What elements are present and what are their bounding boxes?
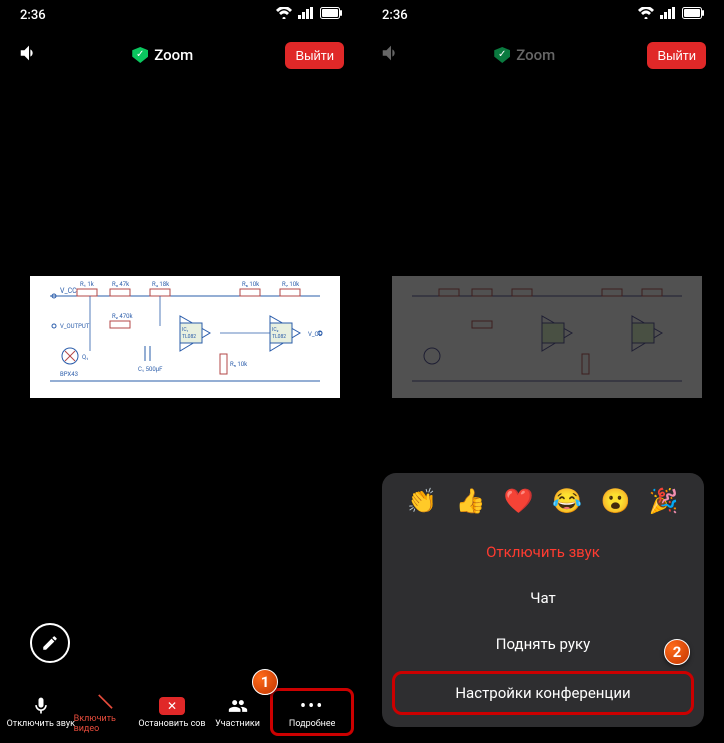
wifi-icon [276,7,292,23]
svg-text:V_OUTPUT: V_OUTPUT [60,323,90,330]
video-icon [96,690,116,712]
content-area: V_CC R₁ 1k R₃ 47k R₄ 18k R₆ 10k R₇ 10k I… [0,80,362,743]
reaction-wow[interactable]: 😮 [601,487,631,515]
status-time: 2:36 [20,8,46,23]
circuit-diagram [392,276,702,398]
phone-left: 2:36 Zoom Выйти V_ [0,0,362,743]
svg-text:R₆ 10k: R₆ 10k [242,281,260,288]
reaction-thumbsup[interactable]: 👍 [456,487,486,515]
reaction-tada[interactable]: 🎉 [649,487,679,515]
leave-button[interactable]: Выйти [647,42,706,69]
callout-1: 1 [252,669,278,695]
mute-button[interactable]: Отключить звук [8,695,74,729]
svg-text:R₃ 47k: R₃ 47k [112,281,130,288]
status-icons [276,7,342,23]
stop-share-button[interactable]: ✕ Остановить сов [139,695,205,729]
battery-icon [682,7,704,23]
app-title: Zoom [132,46,193,64]
status-time: 2:36 [382,8,408,23]
reactions-row: 👏 👍 ❤️ 😂 😮 🎉 [382,487,704,529]
video-button[interactable]: Включить видео [74,690,140,734]
wifi-icon [638,7,654,23]
speaker-icon[interactable] [18,42,40,68]
leave-button[interactable]: Выйти [285,42,344,69]
microphone-icon [31,695,51,717]
signal-icon [298,7,314,23]
reaction-clap[interactable]: 👏 [407,487,437,515]
svg-text:IC₁: IC₁ [182,327,189,333]
svg-text:TL082: TL082 [272,334,286,340]
participants-button[interactable]: Участники [205,695,271,729]
svg-text:R₄ 18k: R₄ 18k [152,281,170,288]
more-icon: ••• [300,695,324,717]
menu-raise-hand[interactable]: Поднять руку [382,621,704,667]
status-bar: 2:36 [0,0,362,30]
speaker-icon[interactable] [380,42,402,68]
callout-2: 2 [664,639,690,665]
svg-text:R₇ 10k: R₇ 10k [282,281,300,288]
menu-chat[interactable]: Чат [382,575,704,621]
svg-text:V_CC: V_CC [60,287,77,295]
participants-icon [228,695,248,717]
stop-share-icon: ✕ [159,695,185,717]
svg-text:Q₁: Q₁ [82,354,88,361]
reaction-joy[interactable]: 😂 [552,487,582,515]
status-icons [638,7,704,23]
shield-icon [494,47,510,63]
shared-screen[interactable] [392,276,702,398]
menu-meeting-settings[interactable]: Настройки конференции [392,671,694,715]
menu-mute-all[interactable]: Отключить звук [382,529,704,575]
svg-text:IC₂: IC₂ [272,327,279,333]
app-title: Zoom [494,46,555,64]
bottom-toolbar: Отключить звук Включить видео ✕ Останови… [0,681,362,743]
circuit-diagram: V_CC R₁ 1k R₃ 47k R₄ 18k R₆ 10k R₇ 10k I… [30,276,340,398]
status-bar: 2:36 [362,0,724,30]
header-bar: Zoom Выйти [362,30,724,80]
content-area: 👏 👍 ❤️ 😂 😮 🎉 Отключить звук Чат Поднять … [362,80,724,743]
shared-screen[interactable]: V_CC R₁ 1k R₃ 47k R₄ 18k R₆ 10k R₇ 10k I… [30,276,340,398]
svg-text:C₁ 500μF: C₁ 500μF [138,366,163,373]
battery-icon [320,7,342,23]
signal-icon [660,7,676,23]
more-menu: 👏 👍 ❤️ 😂 😮 🎉 Отключить звук Чат Поднять … [382,473,704,727]
more-button[interactable]: ••• Подробнее [270,688,354,736]
annotate-button[interactable] [30,623,70,663]
shield-icon [132,47,148,63]
header-bar: Zoom Выйти [0,30,362,80]
svg-text:TL082: TL082 [182,334,196,340]
reaction-heart[interactable]: ❤️ [504,487,534,515]
phone-right: 2:36 Zoom Выйти [362,0,724,743]
svg-text:R₁ 1k: R₁ 1k [80,281,95,288]
svg-text:BPX43: BPX43 [60,371,78,378]
svg-text:R₅ 10k: R₅ 10k [230,361,248,368]
svg-text:R₂ 470k: R₂ 470k [112,313,134,320]
